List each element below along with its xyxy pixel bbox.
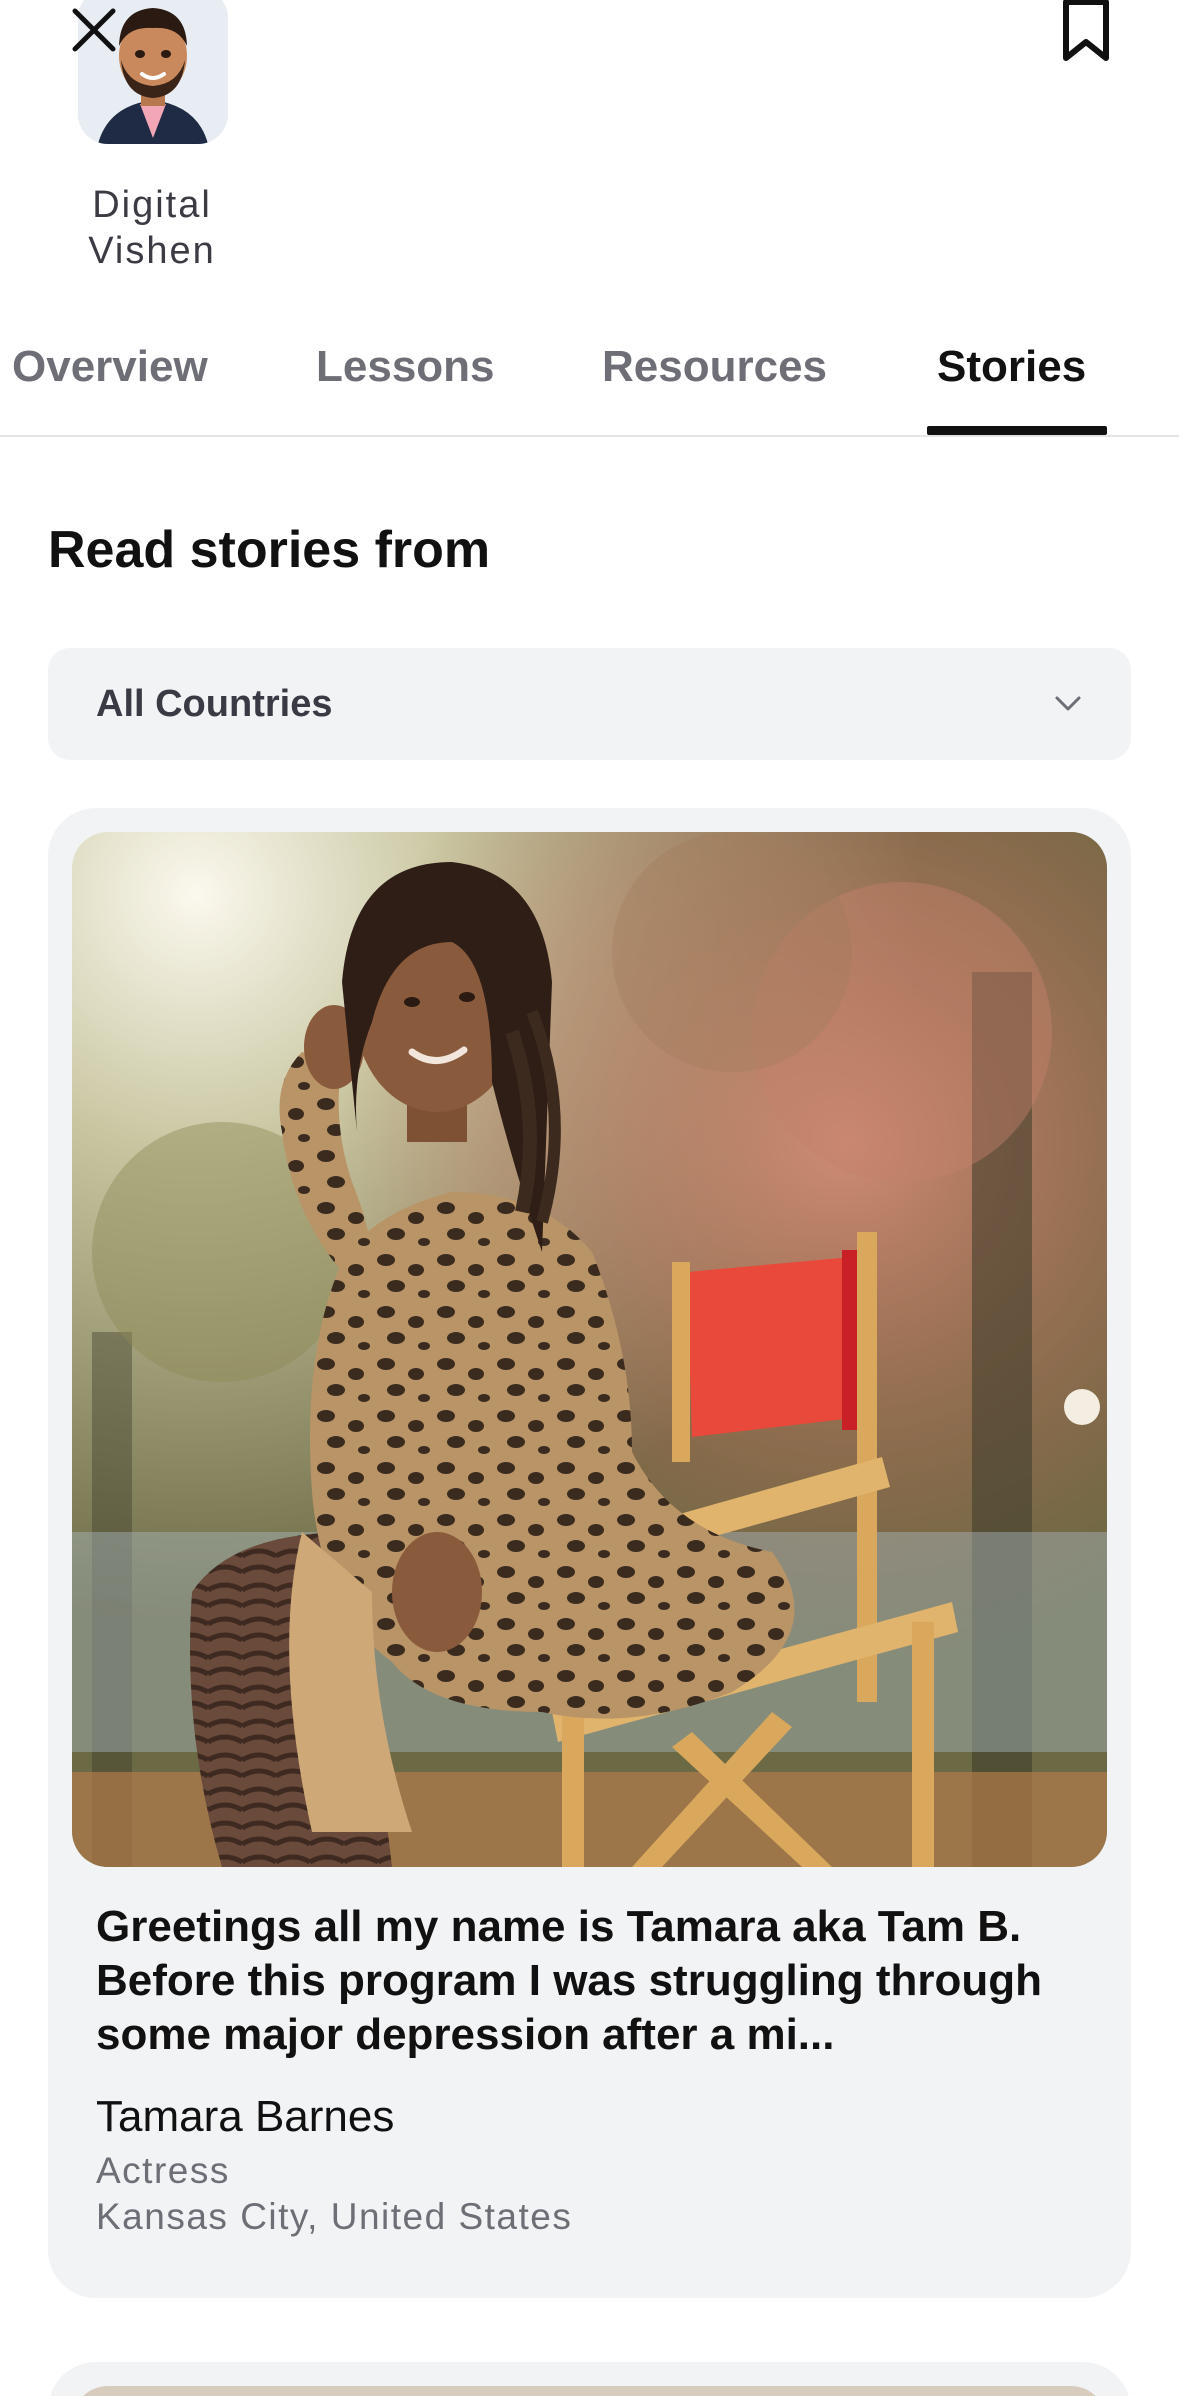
country-filter-select[interactable]: All Countries xyxy=(48,648,1131,760)
tab-overview[interactable]: Overview xyxy=(12,342,208,392)
tab-bar: Overview Lessons Resources Stories xyxy=(0,324,1179,437)
story-excerpt: Greetings all my name is Tamara aka Tam … xyxy=(96,1902,1043,2059)
tab-stories[interactable]: Stories xyxy=(937,342,1086,392)
story-author-role: Actress xyxy=(96,2150,230,2191)
story-card[interactable]: Greetings all my name is Tamara aka Tam … xyxy=(48,808,1131,2298)
author-name[interactable]: Digital Vishen xyxy=(50,182,254,274)
story-author-location: Kansas City, United States xyxy=(96,2196,573,2237)
story-page: Digital Vishen Overview Lessons Resource… xyxy=(0,0,1179,2396)
story-photo-next xyxy=(72,2386,1107,2396)
story-card-next[interactable] xyxy=(48,2362,1131,2396)
story-photo-image xyxy=(72,832,1107,1867)
story-author-name: Tamara Barnes xyxy=(96,2092,395,2141)
section-heading: Read stories from xyxy=(48,521,491,579)
country-filter-value: All Countries xyxy=(96,682,333,725)
close-button[interactable] xyxy=(68,4,120,56)
active-tab-indicator xyxy=(927,426,1107,435)
bookmark-icon xyxy=(1063,0,1109,61)
close-icon xyxy=(72,8,116,52)
story-photo xyxy=(72,832,1107,1867)
bookmark-button[interactable] xyxy=(1058,0,1114,62)
tab-lessons[interactable]: Lessons xyxy=(316,342,495,392)
tab-resources[interactable]: Resources xyxy=(602,342,827,392)
chevron-down-icon xyxy=(1055,696,1081,711)
